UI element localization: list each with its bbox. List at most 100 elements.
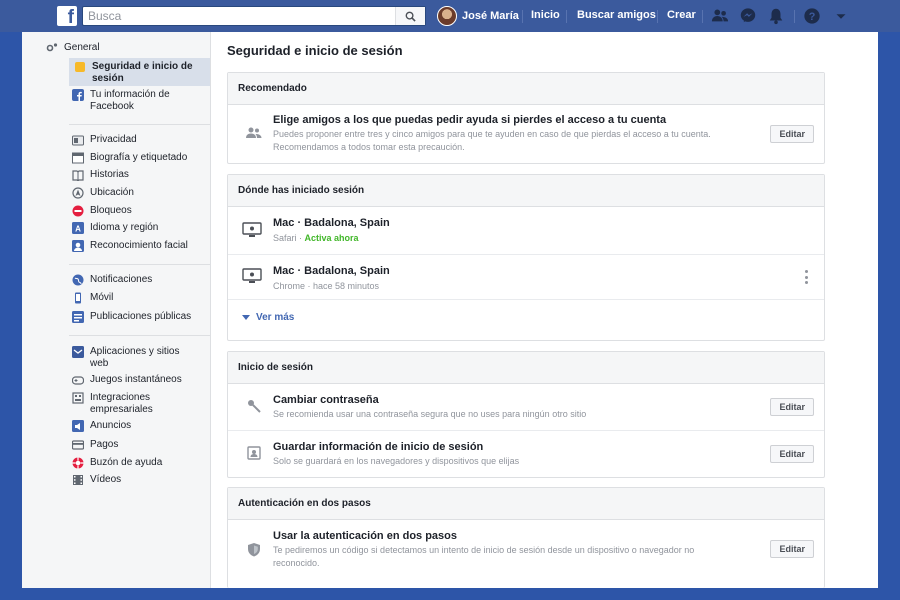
sidebar-item-timeline[interactable]: Biografía y etiquetado <box>72 152 214 165</box>
friends-icon[interactable] <box>711 7 729 25</box>
sidebar-item-location[interactable]: Ubicación <box>72 187 214 200</box>
session-device: Mac · Badalona, Spain <box>273 265 390 277</box>
dropdown-arrow-icon[interactable] <box>832 7 850 25</box>
edit-button[interactable]: Editar <box>770 398 814 416</box>
session-row[interactable]: Mac · Badalona, Spain Chrome · hace 58 m… <box>228 255 824 300</box>
section-header: Autenticación en dos pasos <box>228 488 824 520</box>
session-details: Safari · Activa ahora <box>273 232 359 245</box>
sidebar-item-label: Tu información de Facebook <box>90 89 170 112</box>
row-description: Te pediremos un código si detectamos un … <box>273 545 695 555</box>
login-info-icon <box>246 445 262 461</box>
sidebar-item-label: Juegos instantáneos <box>90 374 182 385</box>
window-frame-bottom <box>0 588 900 600</box>
sidebar-item-label: Móvil <box>90 292 114 303</box>
face-icon <box>72 240 84 252</box>
card-icon <box>72 439 84 451</box>
messenger-icon[interactable] <box>739 7 757 25</box>
sidebar-item-security[interactable]: Seguridad e inicio de sesión <box>69 58 210 86</box>
sidebar-item-label: Biografía y etiquetado <box>90 152 188 163</box>
sidebar-separator <box>69 264 210 265</box>
session-browser: Safari · <box>273 233 305 243</box>
create-link[interactable]: Crear <box>667 9 696 21</box>
book-icon <box>72 169 84 181</box>
sidebar-item-ads[interactable]: Anuncios <box>72 420 214 433</box>
sessions-section: Dónde has iniciado sesión Mac · Badalona… <box>227 174 825 341</box>
edit-button[interactable]: Editar <box>770 125 814 143</box>
sidebar-item-face-recognition[interactable]: Reconocimiento facial <box>72 240 214 253</box>
desktop-icon <box>242 268 262 284</box>
home-link[interactable]: Inicio <box>531 9 560 21</box>
facebook-logo[interactable]: f <box>57 6 77 26</box>
ads-icon <box>72 420 84 432</box>
row-description: reconocido. <box>273 558 320 568</box>
sidebar-item-language[interactable]: A Idioma y región <box>72 222 214 235</box>
sidebar-item-videos[interactable]: Vídeos <box>72 474 214 487</box>
rss-icon <box>72 311 84 323</box>
sidebar-item-label: General <box>64 42 100 53</box>
location-icon <box>72 187 84 199</box>
sidebar-item-label: Idioma y región <box>90 222 159 233</box>
apps-icon <box>72 346 84 358</box>
session-device: Mac · Badalona, Spain <box>273 217 390 229</box>
globe-icon <box>72 274 84 286</box>
sidebar-item-support-inbox[interactable]: Buzón de ayuda <box>72 457 214 470</box>
session-status: Activa ahora <box>304 233 359 243</box>
top-navigation-bar: f José María Inicio Buscar amigos Crear … <box>0 0 900 32</box>
sidebar-item-mobile[interactable]: Móvil <box>72 292 214 305</box>
sidebar-item-instant-games[interactable]: Juegos instantáneos <box>72 374 214 387</box>
help-icon[interactable]: ? <box>803 7 821 25</box>
sidebar-item-label: Seguridad e inicio de sesión <box>92 61 193 84</box>
people-icon <box>246 125 262 141</box>
profile-link[interactable]: José María <box>437 5 519 27</box>
timeline-icon <box>72 152 84 164</box>
row-description: Recomendamos a todos tomar esta precauci… <box>273 142 465 152</box>
profile-name: José María <box>462 10 519 22</box>
sidebar-item-notifications[interactable]: Notificaciones <box>72 274 214 287</box>
sidebar-item-public-posts[interactable]: Publicaciones públicas <box>72 311 214 324</box>
edit-button[interactable]: Editar <box>770 540 814 558</box>
svg-text:?: ? <box>809 11 816 23</box>
shield-icon <box>74 61 86 73</box>
sidebar-item-label: Vídeos <box>90 474 122 485</box>
sidebar-item-label: Aplicaciones y sitios web <box>90 346 180 369</box>
session-row[interactable]: Mac · Badalona, Spain Safari · Activa ah… <box>228 207 824 255</box>
see-more-row: Ver más <box>228 300 824 340</box>
right-gutter <box>842 32 878 588</box>
shield-icon <box>246 541 262 557</box>
block-icon <box>72 205 84 217</box>
bell-icon[interactable] <box>767 7 785 25</box>
find-friends-link[interactable]: Buscar amigos <box>577 9 656 21</box>
divider <box>657 10 658 23</box>
sidebar-item-your-facebook-info[interactable]: Tu información de Facebook <box>72 89 202 115</box>
games-icon <box>72 374 84 386</box>
edit-button[interactable]: Editar <box>770 445 814 463</box>
two-factor-row: Usar la autenticación en dos pasos Te pe… <box>228 520 824 578</box>
more-options-icon[interactable] <box>804 270 808 284</box>
key-icon <box>246 398 262 414</box>
session-details: Chrome · hace 58 minutos <box>273 281 380 291</box>
sidebar-separator <box>69 124 210 125</box>
search-input[interactable] <box>83 7 383 25</box>
see-more-link[interactable]: Ver más <box>242 312 294 323</box>
sidebar-item-privacy[interactable]: Privacidad <box>72 134 214 147</box>
sidebar-item-apps-websites[interactable]: Aplicaciones y sitios web <box>72 346 190 372</box>
sidebar-item-stories[interactable]: Historias <box>72 169 214 182</box>
two-factor-section: Autenticación en dos pasos Usar la auten… <box>227 487 825 588</box>
row-title: Guardar información de inicio de sesión <box>273 441 484 453</box>
sidebar-item-blocking[interactable]: Bloqueos <box>72 205 214 218</box>
row-title: Usar la autenticación en dos pasos <box>273 530 458 542</box>
video-icon <box>72 474 84 486</box>
search-button[interactable] <box>395 7 425 25</box>
login-section: Inicio de sesión Cambiar contraseña Se r… <box>227 351 825 478</box>
desktop-icon <box>242 222 262 238</box>
sidebar-item-label: Notificaciones <box>90 274 153 285</box>
sidebar-item-payments[interactable]: Pagos <box>72 439 214 452</box>
change-password-row: Cambiar contraseña Se recomienda usar un… <box>228 384 824 431</box>
sidebar-item-business-integrations[interactable]: Integraciones empresariales <box>72 392 190 418</box>
divider <box>522 10 523 23</box>
sidebar-item-general[interactable]: General <box>46 42 188 55</box>
section-header: Inicio de sesión <box>228 352 824 384</box>
row-title: Cambiar contraseña <box>273 394 379 406</box>
row-description: Puedes proponer entre tres y cinco amigo… <box>273 129 711 139</box>
search-icon <box>405 11 416 22</box>
